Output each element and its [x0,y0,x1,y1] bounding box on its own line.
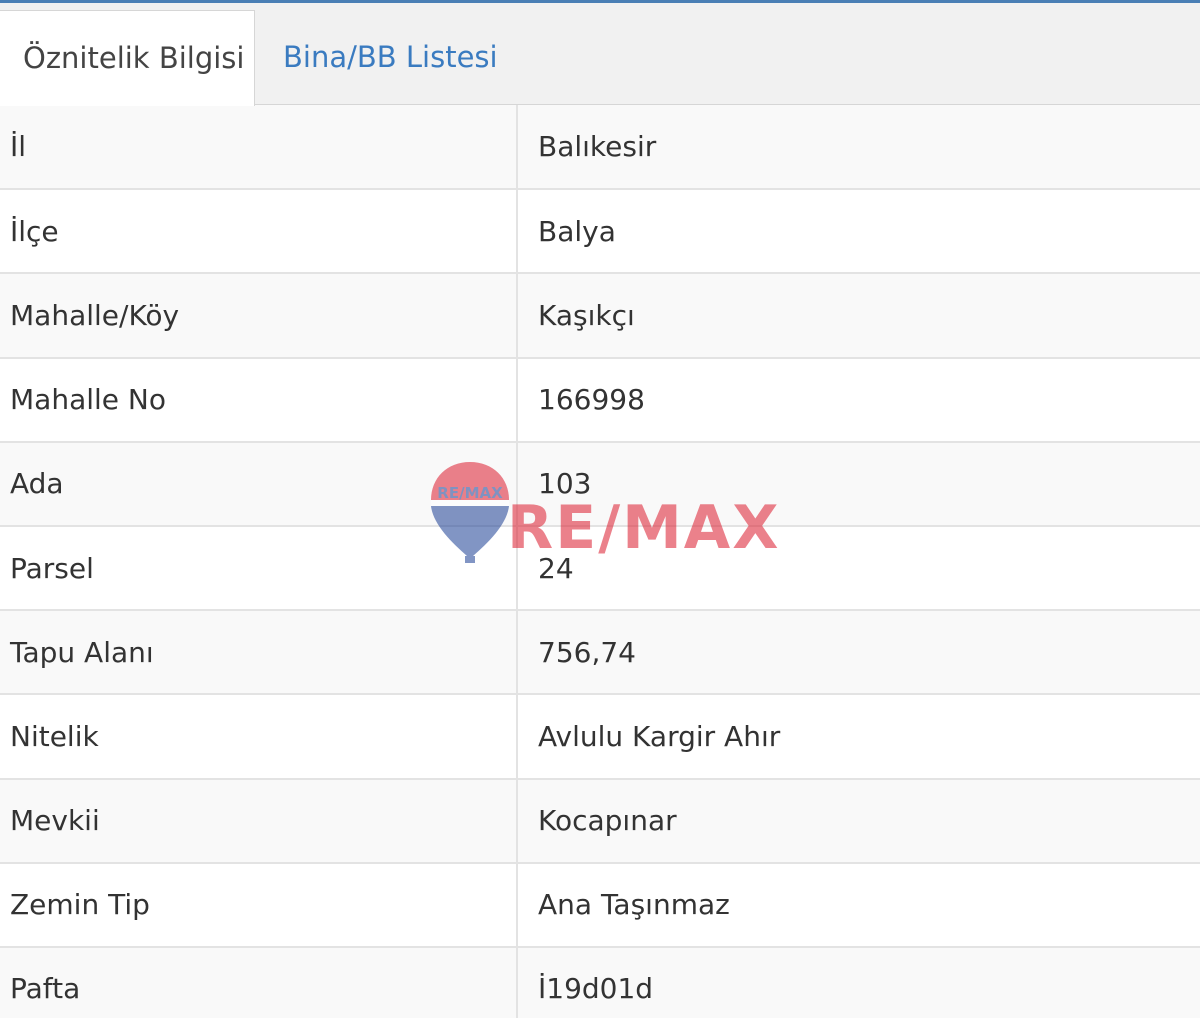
row-value: Ana Taşınmaz [517,862,1200,948]
row-value: Kaşıkçı [517,273,1200,359]
table-row: İlçe Balya [0,189,1200,275]
table-row: Parsel 24 [0,525,1200,612]
table-row: Nitelik Avlulu Kargir Ahır [0,694,1200,780]
table-row: Pafta İ19d01d [0,946,1200,1018]
row-key: İl [0,105,518,191]
row-key: Mevkii [0,778,518,864]
row-value: 24 [517,525,1200,612]
table-row: Zemin Tip Ana Taşınmaz [0,862,1200,948]
row-value: Avlulu Kargir Ahır [517,694,1200,780]
attribute-table: İl Balıkesir İlçe Balya Mahalle/Köy Kaşı… [0,105,1200,1018]
row-key: İlçe [0,189,518,275]
row-key: Pafta [0,946,518,1018]
row-key: Ada [0,441,518,527]
row-key: Mahalle/Köy [0,273,518,359]
row-value: 103 [517,441,1200,527]
row-key: Tapu Alanı [0,610,518,696]
row-value: İ19d01d [517,946,1200,1018]
row-key: Parsel [0,525,518,612]
table-row: Mahalle/Köy Kaşıkçı [0,273,1200,359]
tab-attribute-info[interactable]: Öznitelik Bilgisi [0,10,255,106]
row-key: Nitelik [0,694,518,780]
row-value: Balıkesir [517,105,1200,191]
row-value: Kocapınar [517,778,1200,864]
attribute-panel: Öznitelik Bilgisi Bina/BB Listesi İl Bal… [0,0,1200,1018]
table-row: İl Balıkesir [0,105,1200,191]
row-key: Mahalle No [0,357,518,443]
row-value: Balya [517,189,1200,275]
tab-bar: Öznitelik Bilgisi Bina/BB Listesi [0,3,1200,106]
tab-building-list[interactable]: Bina/BB Listesi [283,10,498,106]
row-value: 166998 [517,357,1200,443]
table-row: Tapu Alanı 756,74 [0,610,1200,696]
table-row: Mevkii Kocapınar [0,778,1200,864]
row-key: Zemin Tip [0,862,518,948]
row-value: 756,74 [517,610,1200,696]
table-row: Mahalle No 166998 [0,357,1200,443]
table-row: Ada 103 [0,441,1200,527]
